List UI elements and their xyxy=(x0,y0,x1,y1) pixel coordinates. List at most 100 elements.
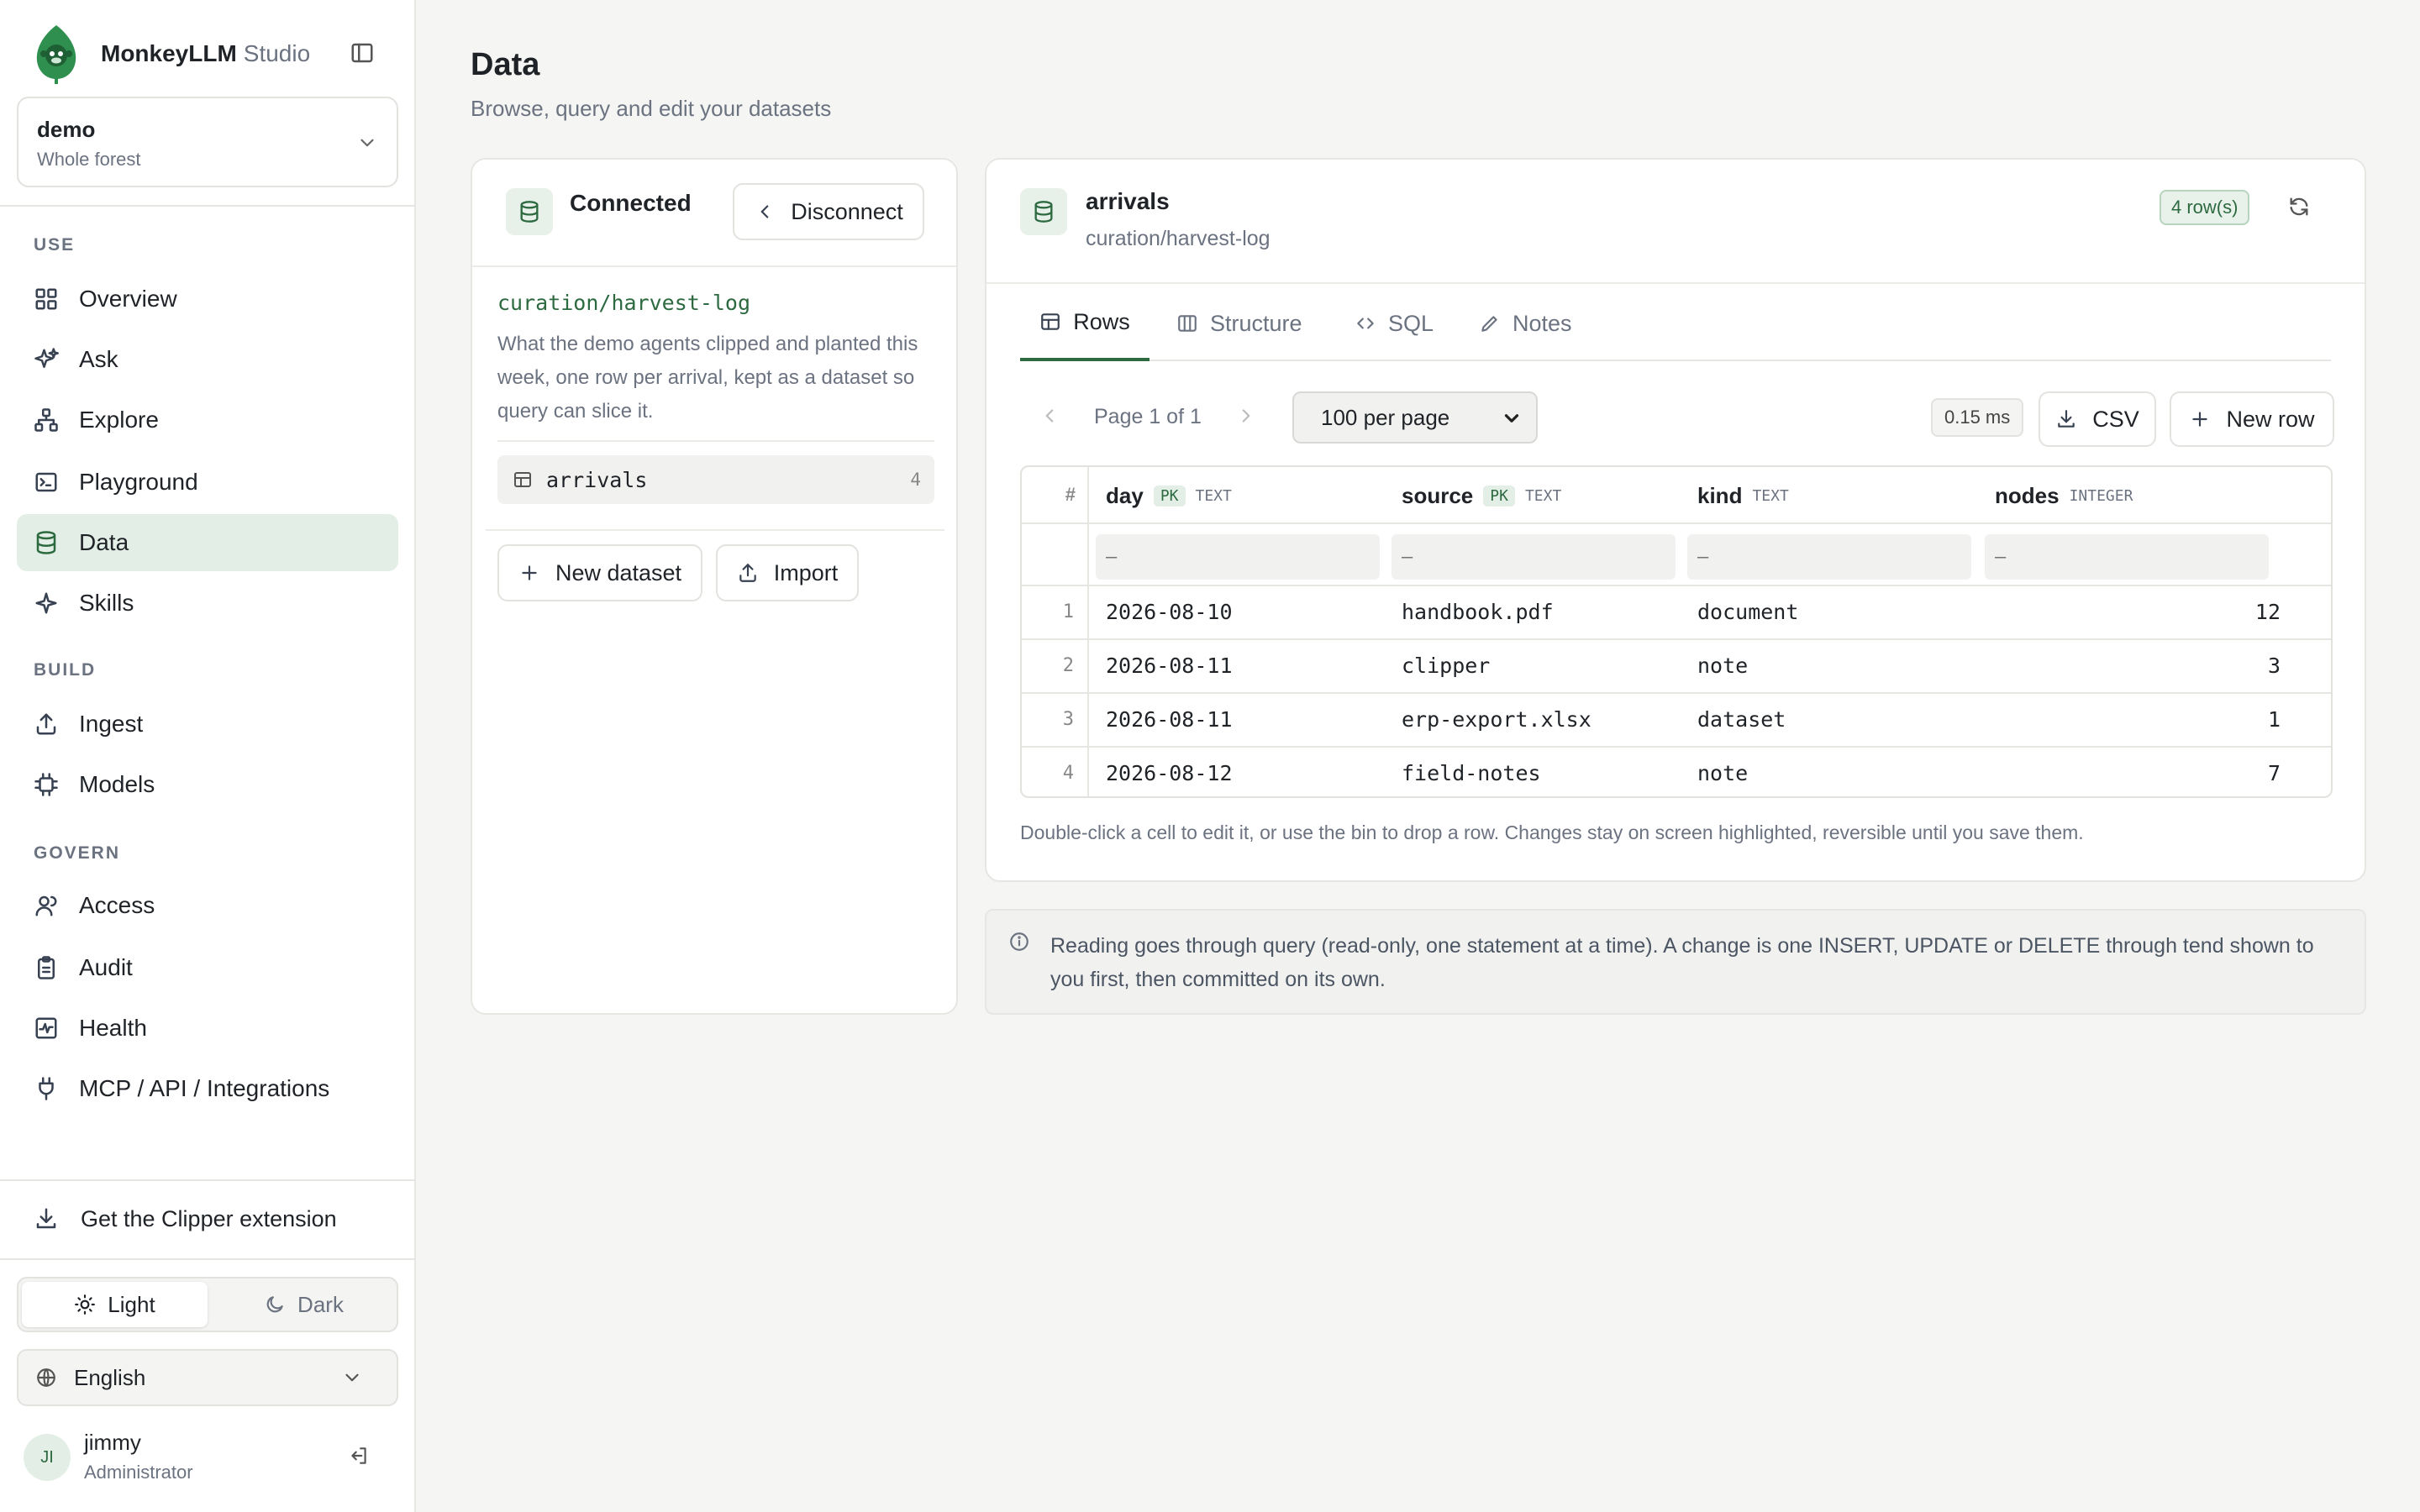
sidebar-item-health[interactable]: Health xyxy=(17,1000,398,1057)
cell-nodes[interactable]: 3 xyxy=(2154,654,2281,678)
sidebar-item-label: MCP / API / Integrations xyxy=(79,1075,330,1101)
sidebar-item-data[interactable]: Data xyxy=(17,514,398,571)
cell-source[interactable]: field-notes xyxy=(1402,761,1541,785)
sidebar-item-label: Access xyxy=(79,892,155,918)
cell-kind[interactable]: note xyxy=(1697,654,1748,678)
sidebar-item-audit[interactable]: Audit xyxy=(17,939,398,996)
cell-source[interactable]: erp-export.xlsx xyxy=(1402,707,1591,732)
page-subtitle: Browse, query and edit your datasets xyxy=(471,96,832,121)
moon-icon xyxy=(266,1296,283,1313)
pk-badge: PK xyxy=(1483,485,1515,507)
tab-label: Structure xyxy=(1210,310,1302,336)
database-icon xyxy=(1020,188,1067,235)
row-index: 4 xyxy=(1062,763,1074,784)
column-name: nodes xyxy=(1995,482,2060,508)
chevron-down-icon xyxy=(341,1367,380,1389)
theme-dark-button[interactable]: Dark xyxy=(211,1282,397,1327)
dataset-item-arrivals[interactable]: arrivals 4 xyxy=(497,455,934,504)
tab-sql[interactable]: SQL xyxy=(1355,286,1434,361)
brand[interactable]: MonkeyLLM Studio xyxy=(32,22,310,86)
prev-page-icon[interactable] xyxy=(1039,405,1060,427)
cell-day[interactable]: 2026-08-11 xyxy=(1106,654,1233,678)
code-icon xyxy=(1357,318,1374,329)
column-header-source[interactable]: source PK TEXT xyxy=(1402,467,1561,524)
row-index: 2 xyxy=(1062,655,1074,676)
column-header-kind[interactable]: kind TEXT xyxy=(1697,467,1789,524)
sidebar-item-integrations[interactable]: MCP / API / Integrations xyxy=(17,1060,398,1117)
new-dataset-button[interactable]: New dataset xyxy=(497,544,702,601)
table-icon xyxy=(1041,313,1060,330)
divider xyxy=(497,440,934,442)
cell-day[interactable]: 2026-08-11 xyxy=(1106,707,1233,732)
info-note: Reading goes through query (read-only, o… xyxy=(985,909,2366,1015)
cell-day[interactable]: 2026-08-12 xyxy=(1106,761,1233,785)
sidebar-item-playground[interactable]: Playground xyxy=(17,454,398,511)
clipper-extension-link[interactable]: Get the Clipper extension xyxy=(17,1193,337,1245)
brand-suffix: Studio xyxy=(243,40,311,66)
table-icon xyxy=(514,472,531,487)
sidebar-item-skills[interactable]: Skills xyxy=(17,575,398,632)
table-row[interactable]: 1 2026-08-10 handbook.pdf document 12 xyxy=(1022,586,2331,640)
filter-input-kind[interactable] xyxy=(1687,534,1971,580)
refresh-icon[interactable] xyxy=(2287,195,2311,218)
plus-icon xyxy=(522,565,537,580)
table-row[interactable]: 4 2026-08-12 field-notes note 7 xyxy=(1022,748,2331,796)
column-name: source xyxy=(1402,482,1474,508)
column-header-nodes[interactable]: nodes INTEGER xyxy=(1995,467,2133,524)
cell-source[interactable]: clipper xyxy=(1402,654,1490,678)
per-page-select[interactable]: 100 per page xyxy=(1292,391,1538,444)
tab-notes[interactable]: Notes xyxy=(1479,286,1572,361)
columns-icon xyxy=(1178,315,1197,332)
new-row-button[interactable]: New row xyxy=(2170,391,2334,447)
sidebar-item-label: Data xyxy=(79,529,129,555)
filter-input-source[interactable] xyxy=(1392,534,1676,580)
dataset-name: arrivals xyxy=(546,467,648,492)
sidebar-toggle-icon[interactable] xyxy=(350,40,375,66)
sidebar-item-label: Audit xyxy=(79,954,133,980)
cell-day[interactable]: 2026-08-10 xyxy=(1106,600,1233,624)
filter-input-day[interactable] xyxy=(1096,534,1380,580)
cell-kind[interactable]: dataset xyxy=(1697,707,1786,732)
sidebar-item-access[interactable]: Access xyxy=(17,877,398,934)
index-header: # xyxy=(1065,484,1076,505)
sidebar-item-label: Explore xyxy=(79,407,159,433)
sidebar-item-ask[interactable]: Ask xyxy=(17,331,398,388)
theme-light-button[interactable]: Light xyxy=(22,1282,208,1327)
column-type: INTEGER xyxy=(2069,486,2133,505)
csv-label: CSV xyxy=(2092,406,2139,432)
logout-icon[interactable] xyxy=(348,1445,370,1467)
column-header-day[interactable]: day PK TEXT xyxy=(1106,467,1232,524)
table-row[interactable]: 3 2026-08-11 erp-export.xlsx dataset 1 xyxy=(1022,694,2331,748)
next-page-icon[interactable] xyxy=(1235,405,1257,427)
language-select[interactable]: English xyxy=(17,1349,398,1406)
csv-export-button[interactable]: CSV xyxy=(2039,391,2156,447)
tab-rows[interactable]: Rows xyxy=(1020,286,1150,361)
divider xyxy=(486,529,944,531)
sidebar-item-ingest[interactable]: Ingest xyxy=(17,696,398,753)
cell-nodes[interactable]: 7 xyxy=(2154,761,2281,785)
sidebar-item-explore[interactable]: Explore xyxy=(17,391,398,449)
table-title: arrivals xyxy=(1086,188,1170,214)
cell-kind[interactable]: note xyxy=(1697,761,1748,785)
tab-structure[interactable]: Structure xyxy=(1176,286,1302,361)
dataset-path: curation/harvest-log xyxy=(497,291,751,315)
per-page-value: 100 per page xyxy=(1321,404,1450,430)
cell-nodes[interactable]: 12 xyxy=(2154,600,2281,624)
plus-icon xyxy=(2192,412,2208,427)
filter-input-nodes[interactable] xyxy=(1985,534,2269,580)
cell-nodes[interactable]: 1 xyxy=(2154,707,2281,732)
workspace-selector[interactable]: demo Whole forest xyxy=(17,97,398,187)
workspace-scope: Whole forest xyxy=(37,149,141,170)
sidebar-item-overview[interactable]: Overview xyxy=(17,270,398,328)
import-button[interactable]: Import xyxy=(716,544,859,601)
database-icon xyxy=(506,188,553,235)
column-type: TEXT xyxy=(1195,486,1232,505)
sidebar-item-models[interactable]: Models xyxy=(17,756,398,813)
disconnect-button[interactable]: Disconnect xyxy=(733,183,924,240)
workspace-name: demo xyxy=(37,117,96,142)
sidebar-item-label: Health xyxy=(79,1015,147,1041)
cell-source[interactable]: handbook.pdf xyxy=(1402,600,1554,624)
table-row[interactable]: 2 2026-08-11 clipper note 3 xyxy=(1022,640,2331,694)
cell-kind[interactable]: document xyxy=(1697,600,1798,624)
table-tabs: Rows Structure SQL Notes xyxy=(1020,286,2331,361)
